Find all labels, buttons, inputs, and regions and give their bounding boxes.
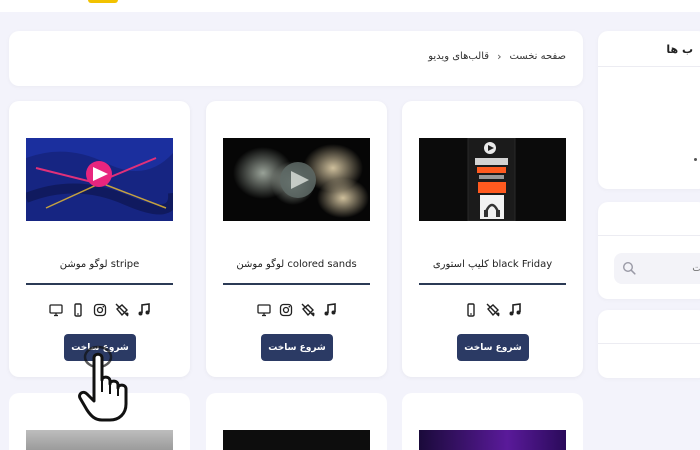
colored-sands-thumbnail-art <box>223 138 370 221</box>
template-thumbnail[interactable] <box>223 138 370 221</box>
template-card[interactable] <box>402 393 583 450</box>
search-icon[interactable] <box>622 261 636 275</box>
format-icons <box>9 303 190 317</box>
instagram-icon <box>279 303 292 317</box>
template-thumbnail[interactable] <box>26 430 173 450</box>
stripe-thumbnail-art <box>26 138 173 221</box>
template-thumbnail[interactable] <box>419 138 566 221</box>
breadcrumb-separator: › <box>497 50 502 63</box>
top-bar <box>0 0 700 12</box>
instagram-icon <box>93 303 106 317</box>
hand-pointer-icon <box>78 345 128 422</box>
monitor-icon <box>256 304 271 317</box>
search-input[interactable] <box>642 260 700 276</box>
template-card-colored-sands[interactable]: لوگو موشن colored sands شروع ساخت <box>206 101 387 377</box>
sidebar-search-panel <box>598 202 700 299</box>
template-thumbnail[interactable] <box>26 138 173 221</box>
title-underline <box>223 283 370 285</box>
sidebar-divider <box>598 235 700 236</box>
template-card-stripe[interactable]: لوگو موشن stripe شروع ساخت <box>9 101 190 377</box>
bucket-icon <box>115 303 128 317</box>
template-title: لوگو موشن stripe <box>59 259 140 270</box>
template-title: لوگو موشن colored sands <box>236 259 357 270</box>
template-title: کلیپ استوری black Friday <box>432 259 553 270</box>
sidebar-list-bullet <box>694 158 697 161</box>
phone-icon <box>466 303 475 317</box>
music-icon <box>324 303 336 316</box>
monitor-icon <box>48 304 63 317</box>
breadcrumb-current: قالب‌های ویدیو <box>428 51 490 62</box>
template-thumbnail[interactable] <box>419 430 566 450</box>
search-box <box>614 253 700 284</box>
sidebar-divider <box>598 66 700 67</box>
phone-icon <box>73 303 82 317</box>
black-friday-thumbnail-art <box>419 138 566 221</box>
music-icon <box>509 303 521 316</box>
bucket-icon <box>301 303 314 317</box>
template-card[interactable] <box>206 393 387 450</box>
title-underline <box>26 283 173 285</box>
sidebar-categories-title: ب ها <box>666 43 693 56</box>
sidebar-divider <box>598 343 700 344</box>
sidebar-categories-panel: ب ها <box>598 31 700 189</box>
start-button[interactable]: شروع ساخت <box>457 334 529 361</box>
music-icon <box>138 303 150 316</box>
breadcrumb-home-link[interactable]: صفحه نخست <box>509 51 566 62</box>
title-underline <box>419 283 566 285</box>
template-card-black-friday[interactable]: کلیپ استوری black Friday شروع ساخت <box>402 101 583 377</box>
format-icons <box>402 303 583 317</box>
template-thumbnail[interactable] <box>223 430 370 450</box>
bucket-icon <box>486 303 499 317</box>
start-button[interactable]: شروع ساخت <box>261 334 333 361</box>
format-icons <box>206 303 387 317</box>
sidebar-panel <box>598 310 700 378</box>
logo-fragment <box>88 0 118 3</box>
breadcrumb: صفحه نخست › قالب‌های ویدیو <box>9 31 583 86</box>
